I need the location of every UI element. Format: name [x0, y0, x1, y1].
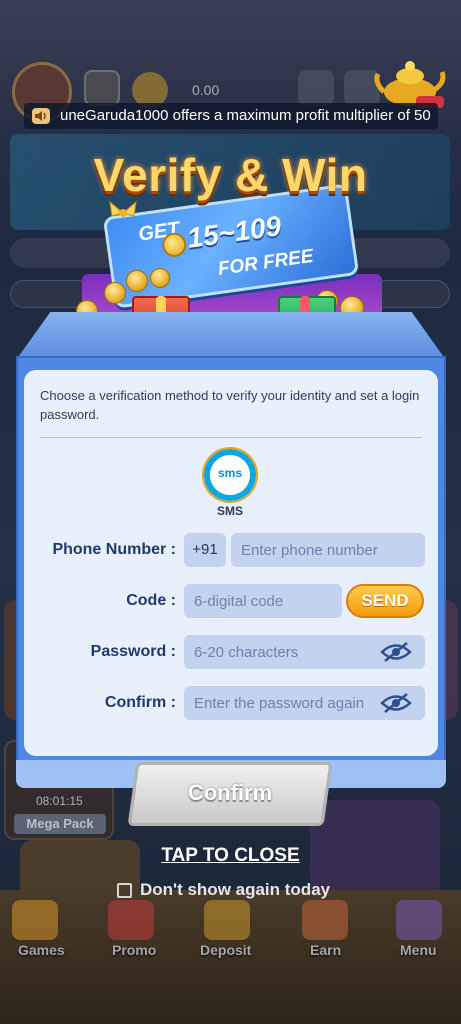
code-field[interactable]: [184, 584, 342, 618]
promo-icon: [108, 900, 154, 940]
confirm-password-label: Confirm :: [104, 694, 176, 711]
ticker-text: uneGaruda1000 offers a maximum profit mu…: [60, 107, 431, 124]
tap-to-close-link[interactable]: TAP TO CLOSE: [0, 845, 461, 867]
phone-number-input[interactable]: [231, 533, 425, 567]
balance-value: 0.00: [192, 82, 220, 98]
dialog-lid: [16, 312, 446, 360]
games-icon: [12, 900, 58, 940]
coin-icon: [150, 268, 170, 288]
ticket-amount: 15~109: [185, 210, 283, 254]
wallet-icon: [298, 70, 334, 106]
popup-title: Verify & Win: [93, 149, 368, 201]
coin-icon: [104, 282, 126, 304]
coin-icon: [126, 270, 148, 292]
coin-icon: [160, 231, 188, 259]
speaker-icon: [32, 108, 50, 124]
divider: [40, 437, 422, 438]
phone-number-field[interactable]: [231, 533, 425, 567]
dont-show-again-option[interactable]: Don't show again today: [117, 880, 330, 900]
verification-description: Choose a verification method to verify y…: [40, 388, 420, 422]
earn-icon: [302, 900, 348, 940]
nav-games: Games: [18, 942, 65, 958]
mega-pack-timer: 08:01:15: [36, 794, 83, 808]
mega-pack-label: Mega Pack: [14, 814, 106, 834]
sms-method-label: SMS: [216, 504, 243, 518]
dont-show-checkbox[interactable]: [117, 882, 132, 898]
phone-number-label: Phone Number :: [52, 541, 176, 558]
ticket-free-label: FOR FREE: [216, 245, 315, 280]
announcement-ticker: uneGaruda1000 offers a maximum profit mu…: [24, 103, 438, 129]
code-input[interactable]: [184, 584, 342, 618]
eye-off-icon[interactable]: [380, 692, 412, 714]
menu-icon: [396, 900, 442, 940]
country-code-prefix[interactable]: +91: [184, 533, 226, 567]
code-label: Code :: [126, 592, 176, 609]
nav-menu: Menu: [400, 942, 437, 958]
nav-deposit: Deposit: [200, 942, 252, 958]
vip-badge-icon: [84, 70, 120, 106]
eye-off-icon[interactable]: [380, 641, 412, 663]
deposit-icon: [204, 900, 250, 940]
password-label: Password :: [90, 643, 176, 660]
send-code-button[interactable]: SEND: [346, 584, 424, 618]
nav-earn: Earn: [310, 942, 342, 958]
confirm-button-label[interactable]: Confirm: [132, 780, 328, 806]
dont-show-label: Don't show again today: [140, 880, 331, 899]
sms-icon[interactable]: sms: [204, 449, 256, 501]
nav-promo: Promo: [112, 942, 157, 958]
